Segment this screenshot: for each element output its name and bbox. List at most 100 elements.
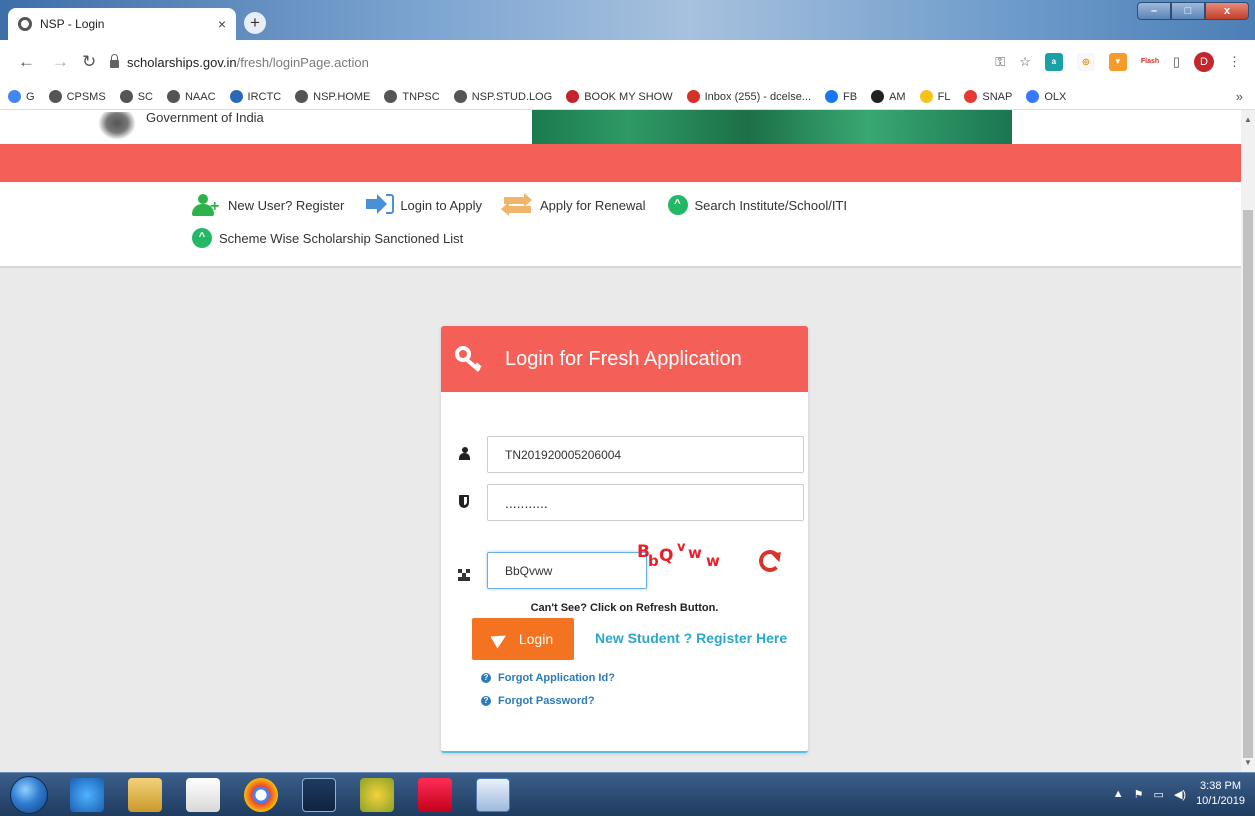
browser-tab[interactable]: NSP - Login × — [8, 8, 236, 40]
menu-icon[interactable]: ⋮ — [1228, 54, 1241, 70]
bookmarks-bar: G CPSMS SC NAAC IRCTC NSP.HOME TNPSC NSP.STUD.L… — [0, 84, 1255, 110]
bookmark-icon — [295, 90, 309, 103]
start-button[interactable] — [10, 776, 48, 814]
scroll-thumb[interactable] — [1243, 210, 1253, 758]
captcha-input[interactable] — [487, 552, 647, 589]
search-institute-link[interactable]: ^ Search Institute/School/ITI — [667, 195, 847, 215]
url-host: scholarships.gov.in — [127, 54, 237, 70]
bookmark-item[interactable]: AM — [871, 90, 906, 103]
extension-icon[interactable]: ◎ — [1076, 53, 1095, 71]
search-institute-label: Search Institute/School/ITI — [694, 197, 847, 213]
bookmark-item[interactable]: OLX — [1026, 90, 1066, 103]
page-scrollbar[interactable]: ▲ ▼ — [1241, 110, 1255, 772]
login-to-apply-link[interactable]: Login to Apply — [366, 194, 482, 216]
bookmarks-overflow-icon[interactable]: » — [1236, 89, 1243, 104]
bookmark-item[interactable]: G — [8, 90, 35, 103]
volume-icon[interactable]: ◀) — [1174, 788, 1186, 801]
extension-icon[interactable]: ▯ — [1173, 54, 1180, 70]
bookmark-item[interactable]: NSP.STUD.LOG — [453, 90, 552, 103]
bookmark-icon — [384, 90, 398, 103]
login-button[interactable]: Login — [472, 618, 574, 660]
application-id-input[interactable] — [487, 436, 804, 473]
header-banner-image — [532, 110, 1012, 144]
tab-title: NSP - Login — [40, 17, 105, 31]
action-center-icon[interactable]: ⚑ — [1134, 788, 1144, 801]
back-icon[interactable]: ← — [18, 52, 35, 72]
browser-titlebar: NSP - Login × + – □ x — [0, 0, 1255, 40]
app-icon[interactable] — [360, 778, 394, 812]
bookmark-label: OLX — [1044, 90, 1067, 103]
bookmark-item[interactable]: SNAP — [964, 90, 1012, 103]
new-user-register-link[interactable]: + New User? Register — [192, 194, 344, 216]
browser-toolbar: ← → ↻ scholarships.gov.in/fresh/loginPag… — [0, 40, 1255, 84]
file-explorer-icon[interactable] — [128, 778, 162, 812]
bookmark-item[interactable]: CPSMS — [48, 90, 106, 103]
word-icon[interactable] — [476, 778, 510, 812]
bookmark-item[interactable]: FB — [825, 90, 857, 103]
chevron-up-icon: ^ — [192, 228, 212, 248]
scroll-down-icon[interactable]: ▼ — [1244, 758, 1252, 767]
bookmark-label: TNPSC — [402, 90, 440, 103]
bookmark-item[interactable]: NAAC — [166, 90, 216, 103]
chevron-up-icon: ^ — [667, 195, 688, 215]
close-window-button[interactable]: x — [1205, 2, 1249, 20]
app-icon[interactable] — [418, 778, 452, 812]
bookmark-icon — [48, 90, 62, 103]
bookmark-item[interactable]: IRCTC — [229, 90, 282, 103]
maximize-button[interactable]: □ — [1171, 2, 1205, 20]
refresh-captcha-icon[interactable] — [759, 550, 781, 572]
bookmark-label: CPSMS — [66, 90, 106, 103]
extension-icon[interactable]: a — [1044, 53, 1063, 71]
media-player-icon[interactable] — [186, 778, 220, 812]
profile-avatar[interactable]: D — [1194, 52, 1214, 72]
key-icon[interactable]: ⚿ — [995, 54, 1005, 70]
password-input[interactable] — [487, 484, 804, 521]
bookmark-label: FL — [937, 90, 951, 103]
tab-close-icon[interactable]: × — [218, 16, 226, 32]
bookmark-item[interactable]: TNPSC — [384, 90, 440, 103]
bookmark-label: IRCTC — [247, 90, 282, 103]
apply-renewal-label: Apply for Renewal — [540, 197, 646, 213]
address-bar[interactable]: scholarships.gov.in/fresh/loginPage.acti… — [110, 48, 976, 76]
scroll-up-icon[interactable]: ▲ — [1244, 115, 1252, 124]
network-icon[interactable]: ▭ — [1154, 788, 1164, 801]
lock-icon — [110, 54, 119, 68]
internet-explorer-icon[interactable] — [70, 778, 104, 812]
captcha-image: B b Q v w w — [637, 540, 720, 570]
login-button-label: Login — [518, 631, 554, 647]
bookmark-item[interactable]: FL — [919, 90, 951, 103]
bookmark-item[interactable]: SC — [119, 90, 153, 103]
extension-icon[interactable]: ▼ — [1108, 53, 1127, 71]
forgot-application-id-link[interactable]: ? Forgot Application Id? — [481, 672, 615, 684]
clock-date: 10/1/2019 — [1196, 795, 1245, 807]
toolbar-actions: ⚿ ☆ a ◎ ▼ Flash ▯ D ⋮ — [995, 52, 1241, 72]
shield-icon — [457, 494, 471, 511]
bookmark-label: FB — [843, 90, 858, 103]
forward-icon[interactable]: → — [52, 52, 69, 72]
bookmark-icon — [119, 90, 133, 103]
minimize-button[interactable]: – — [1137, 2, 1171, 20]
bookmark-label: Inbox (255) - dcelse... — [704, 90, 811, 103]
new-student-register-link[interactable]: New Student ? Register Here — [595, 630, 787, 646]
scheme-list-link[interactable]: ^ Scheme Wise Scholarship Sanctioned Lis… — [192, 228, 463, 248]
new-tab-button[interactable]: + — [244, 12, 266, 34]
chrome-icon[interactable] — [244, 778, 278, 812]
reload-icon[interactable]: ↻ — [82, 52, 96, 72]
show-hidden-icons[interactable]: ▲ — [1113, 788, 1124, 800]
question-icon: ? — [481, 673, 491, 683]
emblem-logo — [98, 112, 136, 140]
forgot-password-link[interactable]: ? Forgot Password? — [481, 695, 595, 707]
star-icon[interactable]: ☆ — [1019, 54, 1031, 70]
app-icon[interactable] — [302, 778, 336, 812]
extension-icon[interactable]: Flash — [1140, 53, 1159, 71]
window-controls: – □ x — [1137, 2, 1249, 20]
bookmark-item[interactable]: NSP.HOME — [295, 90, 370, 103]
apply-renewal-link[interactable]: Apply for Renewal — [501, 193, 646, 216]
bookmark-icon — [825, 90, 838, 103]
bookmark-item[interactable]: Inbox (255) - dcelse... — [686, 90, 811, 103]
login-card-header: Login for Fresh Application — [441, 326, 808, 392]
sign-in-icon — [366, 194, 396, 216]
system-clock[interactable]: 3:38 PM 10/1/2019 — [1196, 779, 1245, 809]
bookmark-item[interactable]: BOOK MY SHOW — [566, 90, 673, 103]
login-title: Login for Fresh Application — [505, 347, 742, 370]
